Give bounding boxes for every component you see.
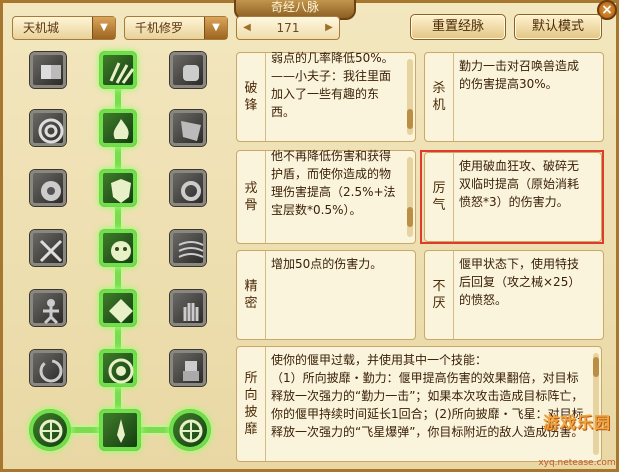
meridian-node[interactable] bbox=[100, 230, 136, 266]
default-mode-button[interactable]: 默认模式 bbox=[514, 14, 602, 40]
meridian-node[interactable] bbox=[100, 170, 136, 206]
skill-panel-shaji[interactable]: 杀机 勤力一击对召唤兽造成的伤害提高30%。 bbox=[424, 52, 604, 142]
shield-icon bbox=[111, 179, 131, 203]
mask-icon bbox=[111, 241, 131, 261]
meridian-node[interactable] bbox=[100, 350, 136, 386]
faction-dropdown[interactable]: 天机城 ▼ bbox=[12, 16, 116, 40]
meridian-node[interactable] bbox=[30, 52, 66, 88]
skill-text: 弱点的几率降低50%。 ——小夫子：我往里面加入了一些有趣的东西。 bbox=[271, 51, 394, 119]
meridian-node[interactable] bbox=[100, 290, 136, 326]
skill-name: 戎骨 bbox=[237, 151, 266, 243]
meridian-node[interactable] bbox=[170, 290, 206, 326]
shatter-icon bbox=[181, 121, 201, 141]
gear-icon bbox=[181, 181, 201, 201]
fist-icon bbox=[183, 65, 199, 81]
skill-name: 所向披靡 bbox=[237, 347, 266, 461]
meridian-node[interactable] bbox=[170, 410, 210, 450]
chevron-down-icon: ▼ bbox=[92, 17, 115, 39]
meridian-node[interactable] bbox=[100, 52, 136, 88]
meridian-node[interactable] bbox=[170, 170, 206, 206]
watermark-logo: 游戏乐园 bbox=[542, 413, 611, 432]
site-watermark: 游戏乐园 xyq.netease.com bbox=[535, 395, 619, 472]
school-dropdown-value: 千机修罗 bbox=[135, 21, 184, 35]
level-increase-icon[interactable]: ▶ bbox=[321, 17, 337, 39]
meridian-node[interactable] bbox=[30, 350, 66, 386]
meridian-node[interactable] bbox=[170, 230, 206, 266]
skill-name: 不厌 bbox=[425, 251, 454, 339]
meridian-node[interactable] bbox=[100, 110, 136, 146]
watermark-url: xyq.netease.com bbox=[538, 458, 616, 468]
claw-icon bbox=[109, 62, 135, 84]
meridian-node[interactable] bbox=[170, 350, 206, 386]
rune-icon bbox=[109, 299, 133, 323]
skill-text: 他不再降低伤害和获得护盾，而使你造成的物理伤害提高（2.5%+法宝层数*0.5%… bbox=[271, 149, 396, 217]
chevron-down-icon: ▼ bbox=[204, 17, 227, 39]
meridian-node[interactable] bbox=[30, 110, 66, 146]
skill-name: 厉气 bbox=[425, 153, 454, 241]
meridian-node[interactable] bbox=[100, 410, 140, 450]
skill-panel-jingmi[interactable]: 精密 增加50点的伤害力。 bbox=[236, 250, 416, 340]
meridian-node[interactable] bbox=[30, 290, 66, 326]
orb-icon bbox=[41, 181, 61, 201]
figure-icon bbox=[43, 299, 59, 325]
wheel-icon bbox=[179, 419, 203, 443]
vortex-icon bbox=[108, 358, 134, 384]
skill-panel-liqi[interactable]: 厉气 使用破血狂攻、破碎无双临时提高（原始消耗愤怒*3）的伤害力。 bbox=[424, 152, 602, 242]
level-value: 171 bbox=[276, 21, 300, 35]
target-icon bbox=[38, 118, 64, 144]
skill-panel-ronggu[interactable]: 戎骨 他不再降低伤害和获得护盾，而使你造成的物理伤害提高（2.5%+法宝层数*0… bbox=[236, 149, 416, 244]
scrollbar[interactable] bbox=[407, 157, 413, 237]
wheel-icon bbox=[39, 419, 63, 443]
swords-icon bbox=[39, 239, 63, 263]
meridian-node[interactable] bbox=[30, 410, 70, 450]
wind-icon bbox=[178, 241, 204, 258]
meridian-node[interactable] bbox=[170, 110, 206, 146]
skill-name: 精密 bbox=[237, 251, 266, 339]
hand-icon bbox=[183, 303, 199, 321]
spiral-icon bbox=[39, 359, 63, 383]
book-icon bbox=[41, 65, 61, 79]
skill-panel-buyan[interactable]: 不厌 偃甲状态下，使用特技后回复（攻之械×25）的愤怒。 bbox=[424, 250, 604, 340]
skill-text: 使用破血狂攻、破碎无双临时提高（原始消耗愤怒*3）的伤害力。 bbox=[459, 159, 580, 209]
meridian-node[interactable] bbox=[30, 230, 66, 266]
skill-text: 偃甲状态下，使用特技后回复（攻之械×25）的愤怒。 bbox=[459, 257, 581, 307]
skill-name: 杀机 bbox=[425, 53, 454, 141]
blade-icon bbox=[117, 419, 125, 443]
reset-meridian-button[interactable]: 重置经脉 bbox=[410, 14, 506, 40]
school-dropdown[interactable]: 千机修罗 ▼ bbox=[124, 16, 228, 40]
skill-panel-pofeng[interactable]: 破锋 弱点的几率降低50%。 ——小夫子：我往里面加入了一些有趣的东西。 bbox=[236, 51, 416, 142]
fire-icon bbox=[113, 119, 129, 139]
skill-name: 破锋 bbox=[237, 53, 266, 141]
level-stepper[interactable]: ◀ 171 ▶ bbox=[236, 16, 340, 40]
skill-text: 增加50点的伤害力。 bbox=[271, 257, 383, 271]
skill-text: 勤力一击对召唤兽造成的伤害提高30%。 bbox=[459, 59, 580, 91]
faction-dropdown-value: 天机城 bbox=[23, 21, 60, 35]
meridian-node[interactable] bbox=[170, 52, 206, 88]
golem-icon bbox=[183, 361, 199, 381]
scrollbar[interactable] bbox=[407, 59, 413, 135]
meridian-node[interactable] bbox=[30, 170, 66, 206]
level-decrease-icon[interactable]: ◀ bbox=[239, 17, 255, 39]
